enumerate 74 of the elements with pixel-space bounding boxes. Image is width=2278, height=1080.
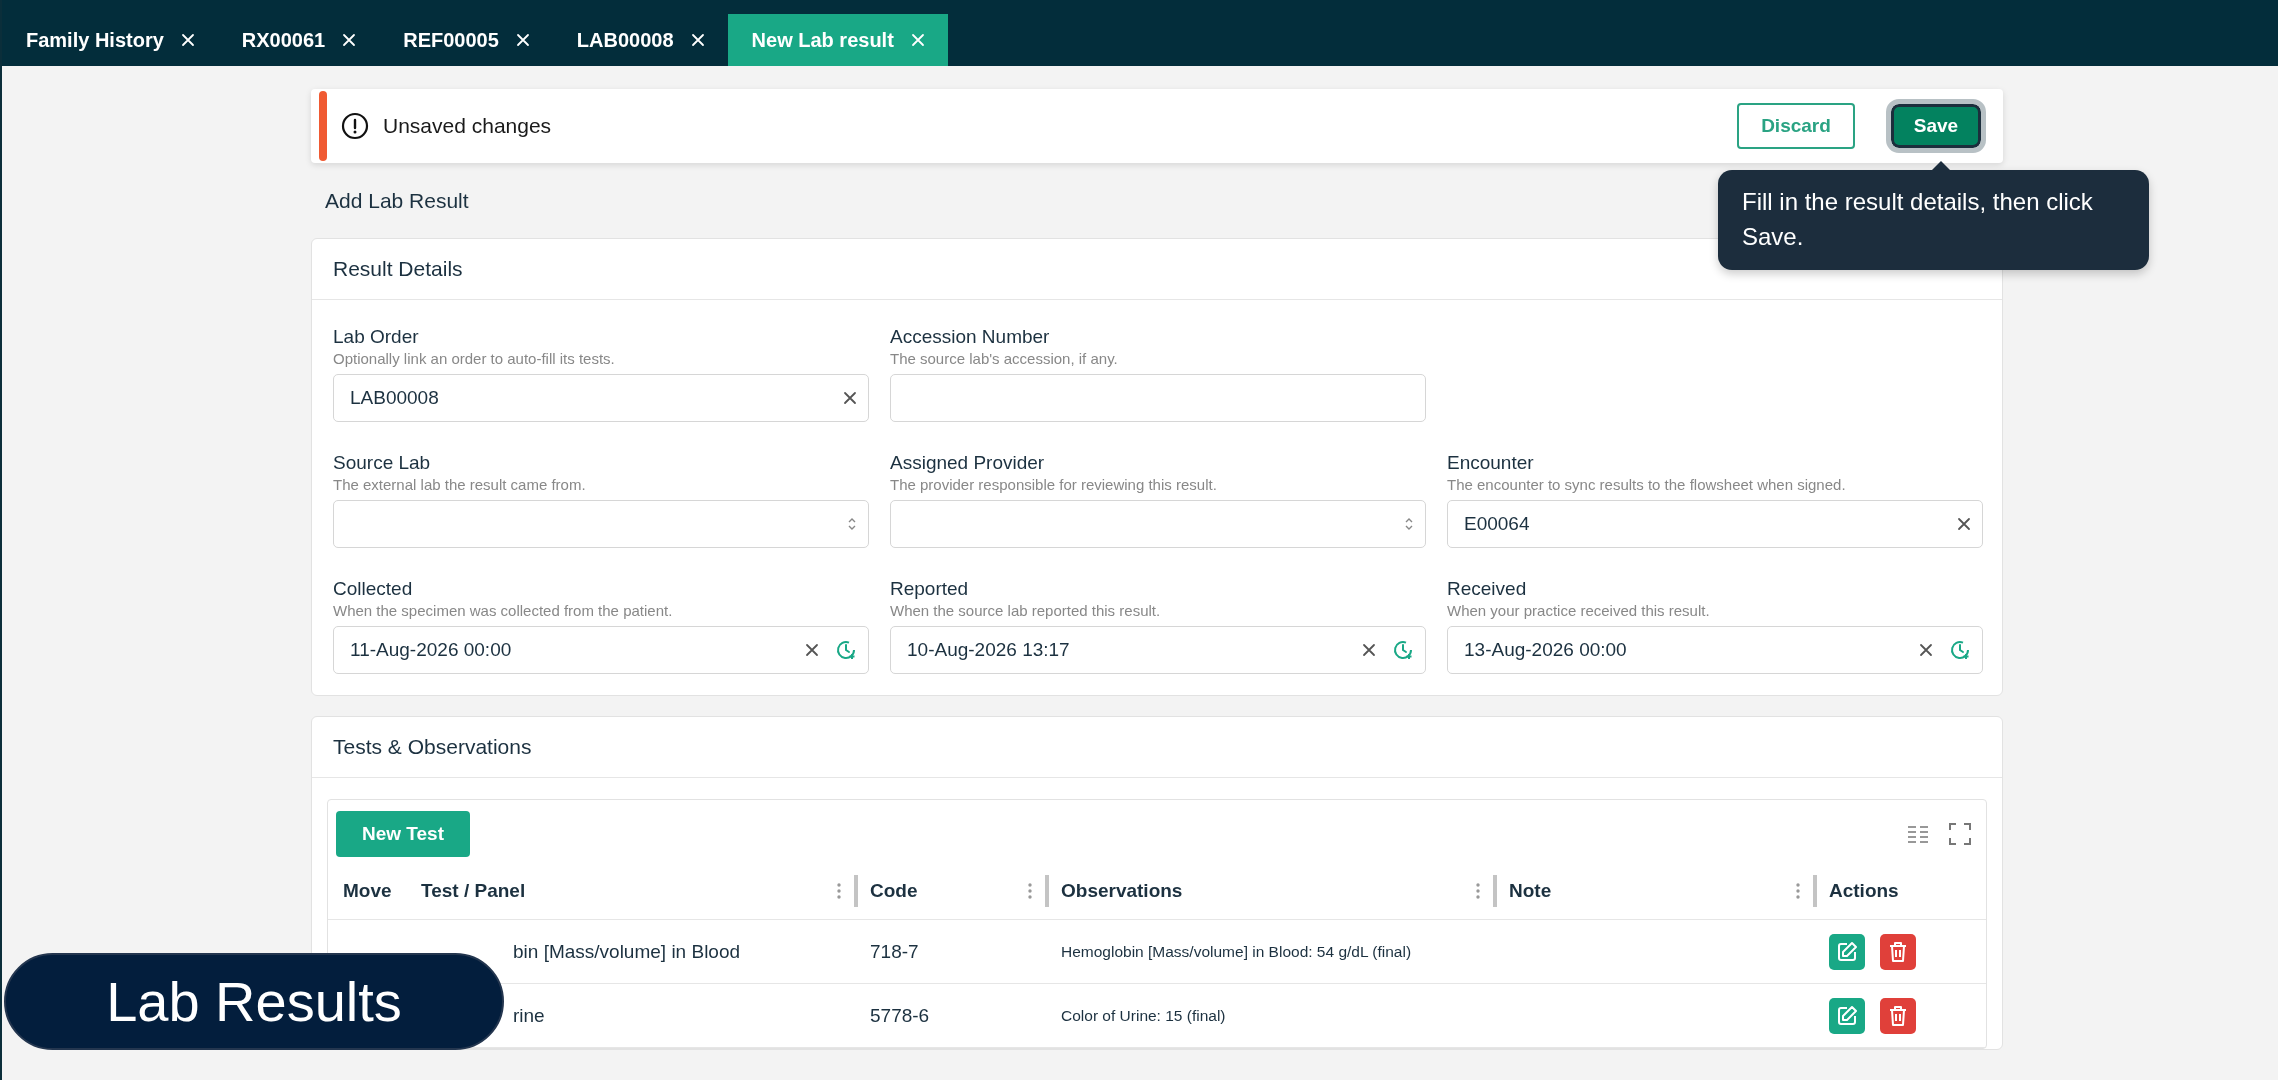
- column-header[interactable]: Note: [1509, 880, 1795, 902]
- table-cell-text: bin [Mass/volume] in Blood: [512, 940, 742, 963]
- field-hint: When your practice received this result.: [1447, 601, 1711, 621]
- column-header[interactable]: Actions: [1829, 880, 1986, 902]
- clear-icon[interactable]: [1361, 642, 1377, 658]
- input-field[interactable]: LAB00008: [333, 374, 869, 422]
- field-hint: When the source lab reported this result.: [890, 601, 1162, 621]
- field-label: Source Lab: [333, 452, 432, 474]
- delete-button[interactable]: [1880, 933, 1916, 970]
- column-header[interactable]: Code: [870, 880, 1027, 902]
- chevron-updown-icon: [1403, 516, 1415, 532]
- field-hint: The provider responsible for reviewing this result.: [890, 475, 1218, 495]
- field-hint: The external lab the result came from.: [333, 475, 587, 495]
- page-title: Add Lab Result: [325, 188, 469, 214]
- clock-icon[interactable]: [1948, 638, 1972, 662]
- input-field[interactable]: [333, 500, 869, 548]
- table-cell-text: Color of Urine: 15 (final): [1061, 1006, 1227, 1025]
- clear-icon[interactable]: [804, 642, 820, 658]
- trash-icon: [1887, 940, 1909, 963]
- input-field[interactable]: [890, 374, 1426, 422]
- input-field[interactable]: 11-Aug-2026 00:00: [333, 626, 869, 674]
- warning-accent: [319, 91, 327, 161]
- caption-banner: Lab Results: [4, 953, 504, 1050]
- more-icon[interactable]: [1027, 881, 1033, 901]
- more-icon[interactable]: [1795, 881, 1801, 901]
- delete-button[interactable]: [1880, 997, 1916, 1034]
- close-icon[interactable]: [341, 32, 358, 48]
- field-label: Assigned Provider: [890, 452, 1046, 474]
- fullscreen-icon[interactable]: [1949, 823, 1971, 845]
- clock-icon[interactable]: [1391, 638, 1415, 662]
- clock-icon[interactable]: [834, 638, 858, 662]
- input-field[interactable]: 13-Aug-2026 00:00: [1447, 626, 1983, 674]
- field-hint: When the specimen was collected from the patient.: [333, 601, 674, 621]
- clear-icon[interactable]: [1956, 516, 1972, 532]
- field-hint: Optionally link an order to auto-fill its tests.: [333, 349, 616, 369]
- field-hint: The encounter to sync results to the flowsheet when signed.: [1447, 475, 1847, 495]
- columns-icon[interactable]: [1907, 825, 1929, 843]
- table-cell-text: Hemoglobin [Mass/volume] in Blood: 54 g/dL (final): [1061, 942, 1413, 961]
- input-field[interactable]: 10-Aug-2026 13:17: [890, 626, 1426, 674]
- field-label: Lab Order: [333, 326, 420, 348]
- edit-button[interactable]: [1829, 933, 1865, 970]
- field-hint: The source lab's accession, if any.: [890, 349, 1119, 369]
- input-field[interactable]: [890, 500, 1426, 548]
- clear-icon[interactable]: [1918, 642, 1934, 658]
- table-cell-text: rine: [512, 1004, 546, 1027]
- alert-icon: [341, 112, 369, 140]
- column-header[interactable]: Move: [343, 880, 421, 902]
- tab[interactable]: REF00005: [379, 14, 553, 66]
- unsaved-message: Unsaved changes: [383, 114, 553, 138]
- table-cell-text: 5778-6: [870, 1004, 931, 1027]
- close-icon[interactable]: [514, 32, 531, 48]
- trash-icon: [1887, 1004, 1909, 1027]
- close-icon[interactable]: [689, 32, 706, 48]
- more-icon[interactable]: [1475, 881, 1481, 901]
- table-cell-text: 718-7: [870, 940, 920, 963]
- clear-icon[interactable]: [842, 390, 858, 406]
- chevron-updown-icon: [846, 516, 858, 532]
- card-title: Tests & Observations: [312, 717, 2002, 778]
- field-label: Collected: [333, 578, 414, 600]
- edit-icon: [1836, 940, 1858, 963]
- column-header[interactable]: Observations: [1061, 880, 1475, 902]
- column-header[interactable]: Test / Panel: [421, 880, 836, 902]
- tab[interactable]: LAB00008: [552, 14, 728, 66]
- close-icon[interactable]: [179, 32, 196, 48]
- tab[interactable]: Family History: [2, 14, 218, 66]
- edit-button[interactable]: [1829, 997, 1865, 1034]
- field-label: Encounter: [1447, 452, 1535, 474]
- edit-icon: [1836, 1004, 1858, 1027]
- tab[interactable]: RX00061: [217, 14, 380, 66]
- more-icon[interactable]: [836, 881, 842, 901]
- input-field[interactable]: E00064: [1447, 500, 1983, 548]
- field-label: Reported: [890, 578, 970, 600]
- field-label: Accession Number: [890, 326, 1051, 348]
- field-label: Received: [1447, 578, 1528, 600]
